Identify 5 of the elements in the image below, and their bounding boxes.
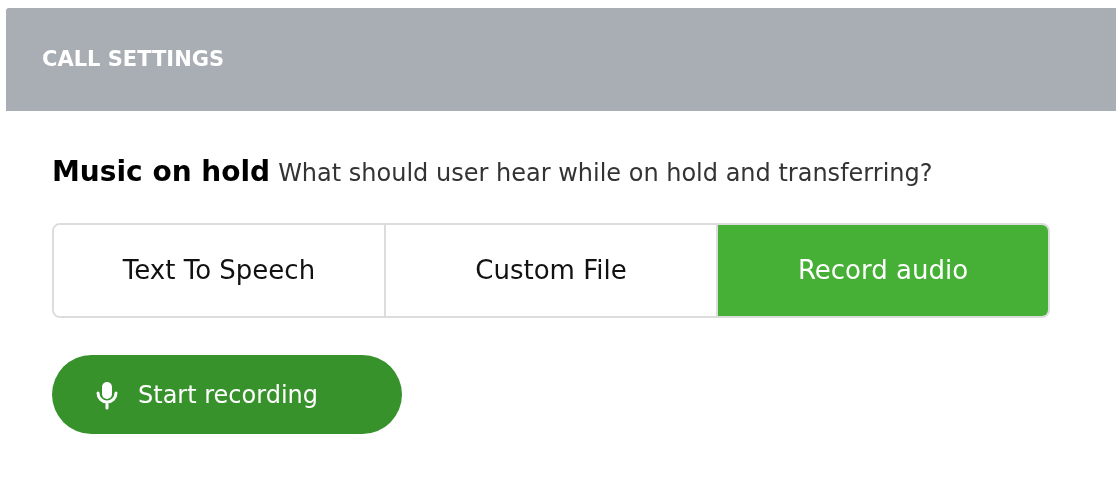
header-title: CALL SETTINGS	[42, 45, 225, 73]
start-recording-button[interactable]: Start recording	[52, 355, 402, 434]
section-title: Music on hold	[52, 154, 271, 190]
section-description: What should user hear while on hold and transferring?	[278, 158, 933, 189]
microphone-icon	[96, 379, 118, 410]
